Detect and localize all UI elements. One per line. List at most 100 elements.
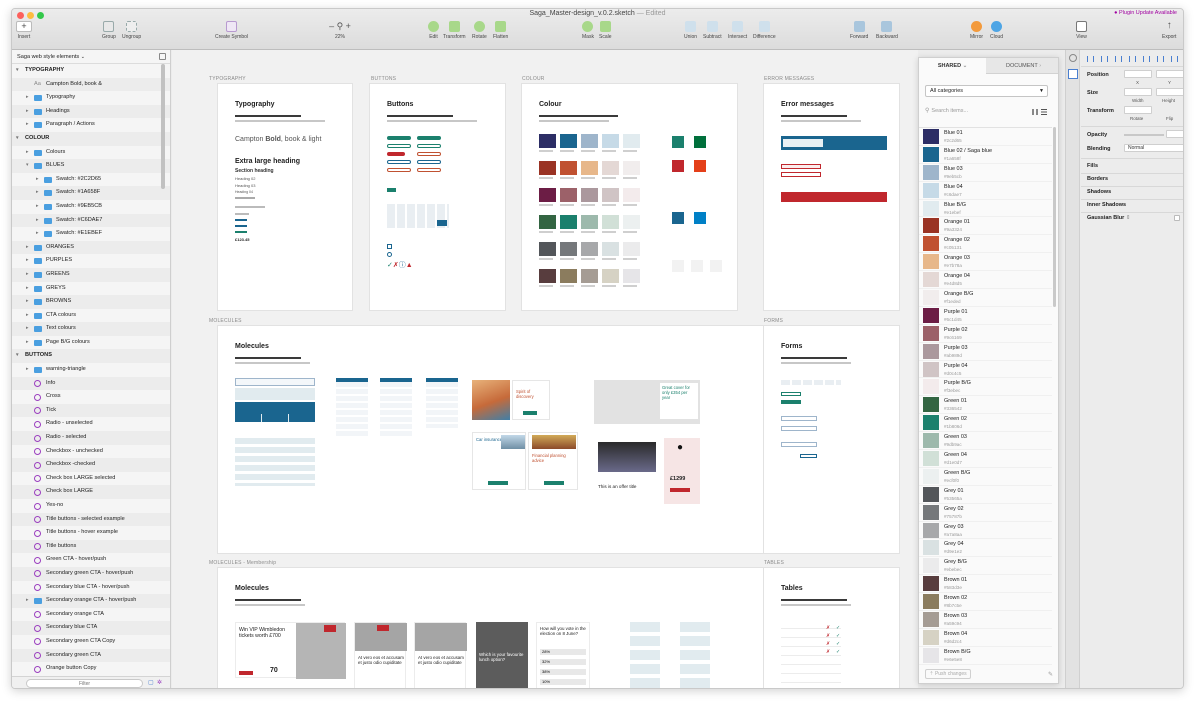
artboard-tables[interactable]: Tables ✗ ✗ ✗ ✗ ✓ ✓ ✓ ✓: [764, 568, 899, 688]
swatch-item[interactable]: Grey B/G #ebebec: [919, 557, 1052, 576]
disclosure-closed-icon[interactable]: ▸: [36, 200, 42, 214]
swatch-item[interactable]: Purple 04 #d0c4c5: [919, 361, 1052, 379]
slice-filter-icon[interactable]: ▢: [148, 679, 154, 686]
layer-row[interactable]: Check box LARGE: [12, 485, 170, 499]
borders-section[interactable]: Borders: [1087, 176, 1108, 182]
swatch-item[interactable]: Grey 03 #a7a8aa: [919, 522, 1052, 540]
plugin-update-notice[interactable]: ● Plugin Update Available: [1114, 10, 1177, 16]
artboard-label-colour[interactable]: COLOUR: [522, 76, 545, 82]
mirror-button[interactable]: Mirror: [970, 21, 983, 40]
artboard-label-molecules[interactable]: MOLECULES: [209, 318, 242, 324]
swatch-item[interactable]: Brown 03 #a59c94: [919, 611, 1052, 629]
disclosure-closed-icon[interactable]: ▸: [26, 363, 32, 377]
disclosure-open-icon[interactable]: ▾: [16, 132, 22, 146]
swatch-item[interactable]: Brown 04 #d6d2c4: [919, 629, 1052, 647]
align-right-icon[interactable]: [1115, 56, 1122, 62]
swatch-item[interactable]: Brown 01 #583d3e: [919, 575, 1052, 594]
disclosure-closed-icon[interactable]: ▸: [26, 254, 32, 268]
layer-section[interactable]: ▾ COLOUR: [12, 131, 170, 146]
disclosure-closed-icon[interactable]: ▸: [36, 214, 42, 228]
layer-row[interactable]: ▸ Text colours: [12, 322, 170, 336]
layer-row[interactable]: Green CTA - hover/push: [12, 553, 170, 567]
opacity-slider[interactable]: [1124, 134, 1164, 136]
inner-shadows-section[interactable]: Inner Shadows: [1087, 202, 1126, 208]
layer-row[interactable]: Secondary orange CTA: [12, 608, 170, 622]
disclosure-closed-icon[interactable]: ▸: [26, 146, 32, 160]
artboard-label-typography[interactable]: TYPOGRAPHY: [209, 76, 246, 82]
inspector-tab-icon[interactable]: [1068, 69, 1078, 79]
forward-button[interactable]: Forward: [850, 21, 868, 40]
swatch-item[interactable]: Green 02 #1b806d: [919, 414, 1052, 433]
grid-view-icon[interactable]: [1032, 109, 1038, 115]
disclosure-closed-icon[interactable]: ▸: [36, 186, 42, 200]
artboard-label-forms[interactable]: FORMS: [764, 318, 783, 324]
opacity-field[interactable]: [1166, 130, 1183, 138]
shadows-section[interactable]: Shadows: [1087, 189, 1111, 195]
layer-row[interactable]: ▸ ORANGES: [12, 240, 170, 255]
list-view-icon[interactable]: [1041, 109, 1047, 115]
layer-row[interactable]: ▸ Colours: [12, 146, 170, 160]
gaussian-blur-section[interactable]: Gaussian Blur ⇕: [1087, 215, 1130, 221]
width-field[interactable]: [1124, 88, 1152, 96]
disclosure-closed-icon[interactable]: ▸: [36, 173, 42, 187]
artboard-label-membership[interactable]: MOLECULES - Membership: [209, 560, 276, 566]
swatch-item[interactable]: Green 01 #336542: [919, 396, 1052, 415]
transform-button[interactable]: Transform: [443, 21, 466, 40]
swatch-item[interactable]: Grey 01 #53565a: [919, 486, 1052, 504]
swatch-item[interactable]: Grey 04 #d9e1e2: [919, 539, 1052, 558]
edit-icon[interactable]: ✎: [1048, 671, 1053, 678]
artboard-label-error-messages[interactable]: ERROR MESSAGES: [764, 76, 814, 82]
layer-row[interactable]: Title buttons - hover example: [12, 526, 170, 540]
disclosure-closed-icon[interactable]: ▸: [26, 268, 32, 282]
blending-select[interactable]: Normal: [1124, 144, 1183, 152]
canvas[interactable]: TYPOGRAPHY BUTTONS COLOUR ERROR MESSAGES…: [172, 50, 918, 688]
artboard-error-messages[interactable]: Error messages: [764, 84, 899, 310]
disclosure-closed-icon[interactable]: ▸: [26, 282, 32, 296]
mask-button[interactable]: Mask: [582, 21, 594, 40]
disclosure-closed-icon[interactable]: ▸: [26, 336, 32, 350]
disclosure-closed-icon[interactable]: ▸: [26, 594, 32, 608]
scale-button[interactable]: Scale: [599, 21, 612, 40]
insert-button[interactable]: + Insert: [16, 21, 32, 40]
swatch-item[interactable]: Blue 03 #9eb5cb: [919, 164, 1052, 182]
union-button[interactable]: Union: [684, 21, 697, 40]
position-y-field[interactable]: [1156, 70, 1183, 78]
layer-row[interactable]: Orange button Copy: [12, 662, 170, 676]
swatch-item[interactable]: Green B/G #ecf0f0: [919, 468, 1052, 486]
rotate-field[interactable]: [1124, 106, 1152, 114]
layer-row[interactable]: ▸ Swatch: #9EB5CB: [12, 200, 170, 214]
filter-input[interactable]: [26, 679, 143, 688]
layer-row[interactable]: Checkbox - unchecked: [12, 445, 170, 459]
subtract-button[interactable]: Subtract: [703, 21, 722, 40]
layer-row[interactable]: Radio - unselected: [12, 417, 170, 431]
style-icon[interactable]: [1069, 54, 1077, 62]
disclosure-closed-icon[interactable]: ▸: [26, 91, 32, 105]
library-search[interactable]: ⚲ Search items...: [925, 107, 1020, 117]
layer-section[interactable]: ▾ TYPOGRAPHY: [12, 64, 170, 78]
zoom-control[interactable]: – ⚲ + 22%: [325, 21, 355, 40]
swatch-item[interactable]: Orange 02 #c05131: [919, 235, 1052, 254]
tab-document[interactable]: DOCUMENT ›: [987, 58, 1060, 74]
disclosure-open-icon[interactable]: ▾: [16, 64, 22, 78]
artboard-buttons[interactable]: Buttons ✓✗ⓘ▲: [370, 84, 505, 310]
layer-row[interactable]: ▸ GREENS: [12, 267, 170, 282]
layer-row[interactable]: ▾ BLUES: [12, 159, 170, 173]
page-selector[interactable]: Saga web style elements ⌄: [12, 50, 170, 64]
swatch-item[interactable]: Purple 03 #ab989d: [919, 343, 1052, 361]
layer-row[interactable]: ▸ Typography: [12, 91, 170, 105]
swatch-item[interactable]: Green 03 #9db9ac: [919, 432, 1052, 451]
swatch-item[interactable]: Orange 04 #e4d8d5: [919, 271, 1052, 290]
layer-row[interactable]: ▸ Paragraph / Actions: [12, 118, 170, 132]
layer-row[interactable]: Title buttons - selected example: [12, 512, 170, 527]
swatch-item[interactable]: Brown 02 #8b7c5e: [919, 593, 1052, 612]
fills-section[interactable]: Fills: [1087, 163, 1098, 169]
layer-row[interactable]: ▸ Swatch: #1A658F: [12, 186, 170, 200]
page-panel-toggle-icon[interactable]: [159, 53, 166, 60]
difference-button[interactable]: Difference: [753, 21, 776, 40]
gaussian-blur-checkbox[interactable]: [1174, 215, 1180, 221]
layer-row[interactable]: ▸ Headings: [12, 104, 170, 119]
swatch-item[interactable]: Orange B/G #f1eded: [919, 289, 1052, 307]
swatch-item[interactable]: Purple 01 #6c1d45: [919, 307, 1052, 325]
disclosure-closed-icon[interactable]: ▸: [26, 322, 32, 336]
zoom-out-button[interactable]: –: [329, 21, 334, 31]
